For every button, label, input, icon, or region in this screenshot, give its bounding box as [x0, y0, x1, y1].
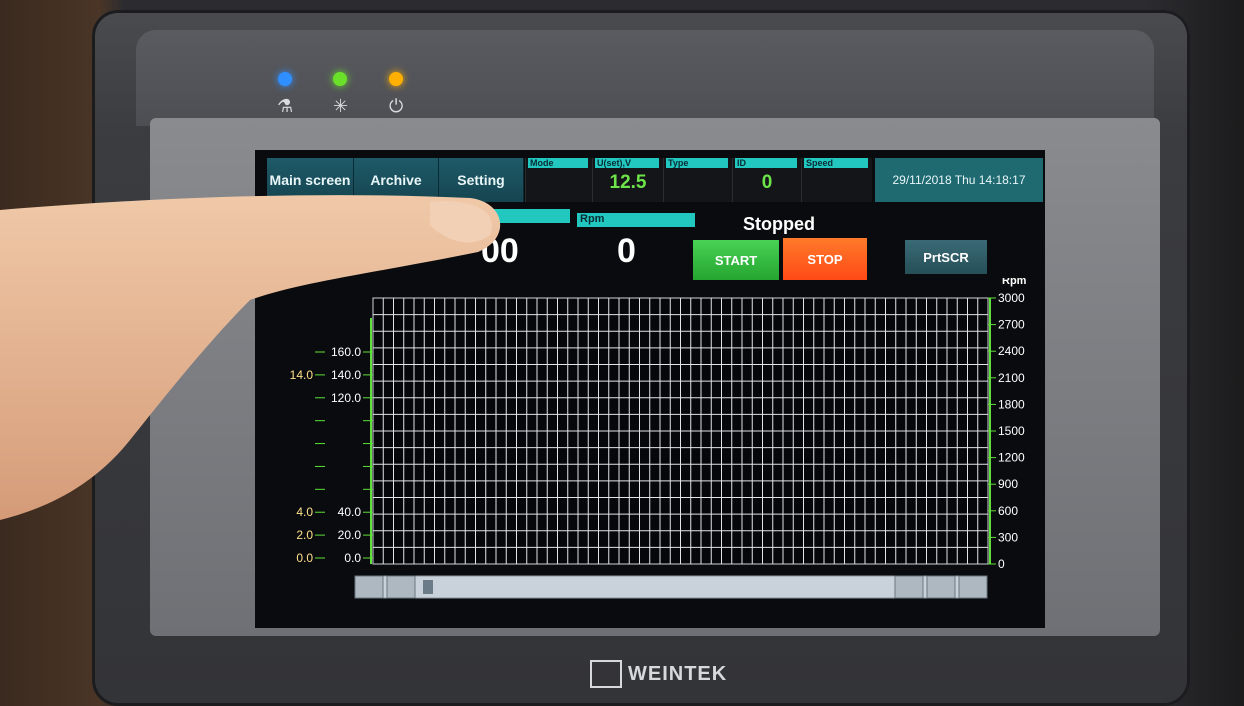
forward-button[interactable]	[926, 575, 956, 599]
trend-chart: 0 300 600 900 1200 1500 1800 2100 2400 2700 3000 Rp…	[255, 275, 1045, 628]
id-value: 0	[761, 172, 773, 193]
rpm-value: 0	[617, 232, 636, 270]
device-photo: ⚗ ✳ ⏻ Main screen Archive Setting Mode U…	[0, 0, 1244, 706]
network-icon: ⚗	[277, 96, 294, 116]
right-axis-tick-label: 1500	[998, 424, 1025, 438]
speed-label: Speed	[804, 158, 868, 168]
run-status: Stopped	[743, 214, 815, 234]
left-inner-axis-tick-label: 160.0	[331, 345, 361, 359]
right-axis-tick-label: 2700	[998, 318, 1025, 332]
right-axis-unit: Rpm	[1002, 278, 1027, 287]
right-axis-tick-label: 1200	[998, 451, 1025, 465]
asterisk-icon: ✳	[333, 96, 349, 116]
id-label: ID	[735, 158, 797, 168]
cpu-led	[333, 72, 347, 86]
right-axis-tick-label: 0	[998, 557, 1005, 571]
scrollbar-track	[354, 575, 976, 599]
left-inner-axis-tick-label: 140.0	[331, 368, 361, 382]
prtscr-button[interactable]: PrtSCR	[905, 240, 987, 274]
mode-indicator: Mode	[525, 158, 592, 202]
first-button[interactable]	[354, 575, 384, 599]
weintek-logo-icon	[590, 660, 622, 688]
right-axis-tick-label: 3000	[998, 291, 1025, 305]
network-led	[278, 72, 292, 86]
left-outer-axis-tick-label: 0.0	[296, 551, 313, 565]
right-axis-tick-label: 2400	[998, 344, 1025, 358]
id-indicator: ID 0	[732, 158, 801, 202]
stop-button[interactable]: STOP	[783, 238, 867, 280]
rewind-button[interactable]	[386, 575, 416, 599]
scrollbar-thumb[interactable]	[423, 580, 433, 594]
left-outer-axis-tick-label: 2.0	[296, 528, 313, 542]
uset-indicator: U(set),V 12.5	[592, 158, 663, 202]
mode-label: Mode	[528, 158, 588, 168]
start-button[interactable]: START	[693, 240, 779, 280]
uset-value: 12.5	[609, 172, 647, 193]
right-axis-tick-label: 300	[998, 530, 1018, 544]
left-inner-axis-tick-label: 20.0	[338, 528, 362, 542]
main-screen-button[interactable]: Main screen	[267, 158, 354, 202]
left-outer-axis-tick-label: 4.0	[296, 505, 313, 519]
setting-button[interactable]: Setting	[439, 158, 524, 202]
right-axis-tick-label: 900	[998, 477, 1018, 491]
uset-label: U(set),V	[595, 158, 659, 168]
speed-indicator: Speed	[801, 158, 872, 202]
voltage-value: 00	[481, 232, 519, 270]
pause-button[interactable]	[894, 575, 924, 599]
archive-button[interactable]: Archive	[354, 158, 439, 202]
left-inner-axis-tick-label: 120.0	[331, 391, 361, 405]
right-axis-tick-label: 1800	[998, 397, 1025, 411]
power-led	[389, 72, 403, 86]
right-axis-tick-label: 2100	[998, 371, 1025, 385]
power-icon: ⏻	[389, 96, 404, 116]
left-inner-axis-tick-label: 0.0	[344, 551, 361, 565]
voltage-label: U,V	[267, 209, 570, 223]
last-button[interactable]	[958, 575, 988, 599]
right-axis-tick-label: 600	[998, 504, 1018, 518]
hmi-screen: Main screen Archive Setting Mode U(set),…	[255, 150, 1045, 628]
left-inner-axis-tick-label: 40.0	[338, 505, 362, 519]
left-outer-axis-tick-label: 14.0	[290, 368, 314, 382]
trend-chart-svg: 0 300 600 900 1200 1500 1800 2100 2400 2700 3000 Rp…	[290, 275, 1027, 599]
brand-label: WEINTEK	[628, 663, 728, 685]
rpm-label: Rpm	[577, 213, 695, 227]
datetime-display: 29/11/2018 Thu 14:18:17	[875, 158, 1043, 202]
type-indicator: Type	[663, 158, 732, 202]
type-label: Type	[666, 158, 728, 168]
